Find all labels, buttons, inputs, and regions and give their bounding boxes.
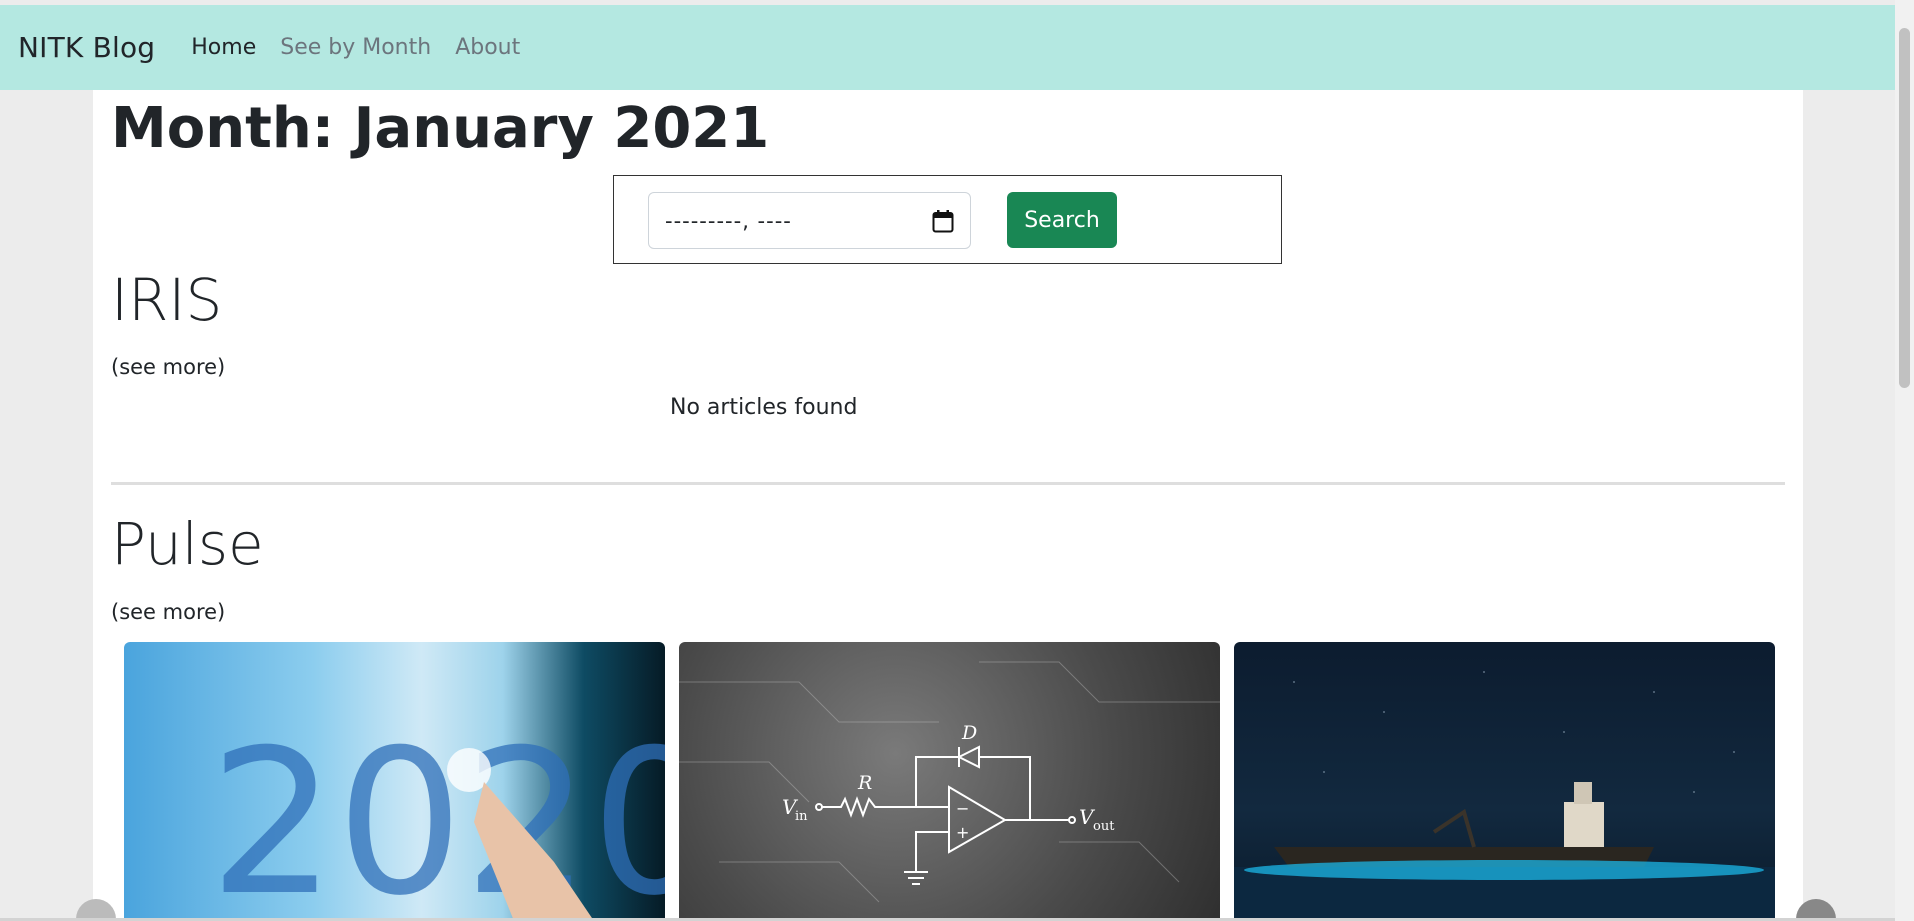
svg-text:R: R (857, 772, 872, 794)
svg-text:D: D (961, 722, 977, 744)
calendar-icon[interactable] (932, 209, 954, 233)
month-search-form: ---------, ---- Search (613, 175, 1282, 264)
article-card-image-circuit[interactable]: V in R D V out − + (679, 642, 1220, 921)
brand-logo[interactable]: NITK Blog (18, 31, 155, 64)
date-input-placeholder: ---------, ---- (665, 208, 792, 233)
no-articles-message: No articles found (670, 395, 858, 420)
article-card-image-ship[interactable] (1234, 642, 1775, 921)
section-divider (111, 482, 1785, 485)
svg-text:−: − (956, 799, 969, 818)
ship-at-night-illustration (1234, 671, 1775, 921)
svg-text:in: in (795, 809, 808, 824)
2020-touch-illustration: 2020 (209, 707, 665, 921)
page-title: Month: January 2021 (111, 96, 770, 161)
svg-text:out: out (1093, 819, 1115, 834)
vertical-scrollbar[interactable] (1895, 0, 1914, 921)
main-container: Month: January 2021 ---------, ---- Sear… (93, 90, 1803, 921)
nav-home-link[interactable]: Home (191, 35, 256, 60)
iris-see-more-link[interactable]: (see more) (111, 355, 225, 379)
op-amp-circuit-illustration: V in R D V out − + (679, 661, 1220, 903)
section-title-pulse: Pulse (111, 510, 264, 578)
search-button[interactable]: Search (1007, 192, 1117, 248)
pulse-see-more-link[interactable]: (see more) (111, 600, 225, 624)
scrollbar-thumb[interactable] (1899, 28, 1910, 388)
nav-about-link[interactable]: About (455, 35, 520, 60)
section-title-iris: IRIS (111, 266, 223, 334)
svg-text:+: + (956, 823, 969, 842)
nav-see-by-month-link[interactable]: See by Month (280, 35, 431, 60)
month-date-input[interactable]: ---------, ---- (648, 192, 971, 249)
svg-text:2020: 2020 (209, 707, 665, 921)
navbar: NITK Blog Home See by Month About (0, 5, 1895, 90)
article-card-image-2020[interactable]: 2020 (124, 642, 665, 921)
